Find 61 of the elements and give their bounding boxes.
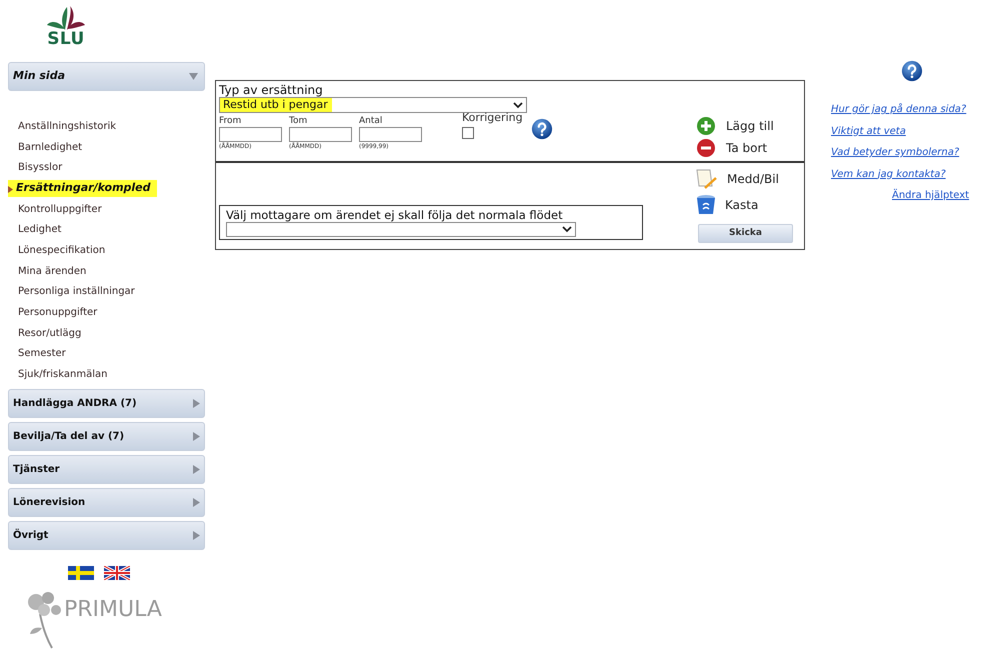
- field-label: Tom: [289, 116, 308, 127]
- help-icon[interactable]: [530, 118, 553, 140]
- menu-item[interactable]: Bisysslor: [8, 160, 62, 176]
- menu-panel[interactable]: Handlägga ANDRA (7): [8, 388, 205, 418]
- menu-item[interactable]: Ledighet: [8, 222, 62, 238]
- send-button[interactable]: Skicka: [698, 224, 793, 243]
- input-field[interactable]: [289, 127, 352, 142]
- menu-item[interactable]: Anställningshistorik: [8, 118, 116, 134]
- flower-icon: [26, 590, 62, 650]
- primula-logo-text: PRIMULA: [64, 596, 162, 624]
- menu-header[interactable]: Min sida: [8, 62, 205, 91]
- menu-item[interactable]: Personuppgifter: [8, 305, 98, 320]
- menu-item[interactable]: Lönespecifikation: [8, 242, 106, 258]
- leaf-logo-icon: [46, 5, 86, 31]
- field-label: From: [219, 116, 242, 127]
- field-label: Typ av ersättning: [219, 84, 323, 97]
- chevron-down-icon: [513, 102, 523, 108]
- menu-panel[interactable]: Övrigt: [8, 520, 205, 550]
- caret-icon: [193, 530, 200, 540]
- help-link[interactable]: Viktigt att veta: [831, 120, 906, 142]
- input-field[interactable]: [359, 127, 422, 142]
- menu-item[interactable]: Sjuk/friskanmälan: [8, 367, 108, 382]
- caret-icon: [193, 464, 200, 474]
- type-select[interactable]: Restid utb i pengar: [219, 97, 527, 113]
- action-link[interactable]: Lägg till: [726, 117, 774, 135]
- help-link[interactable]: Vad betyder symbolerna?: [831, 142, 960, 164]
- menu-item[interactable]: Barnledighet: [8, 140, 82, 155]
- field-label: Antal: [359, 116, 382, 127]
- help-link[interactable]: Ändra hjälptext: [892, 185, 970, 206]
- caret-icon: [189, 73, 200, 80]
- menu-panel[interactable]: Lönerevision: [8, 488, 205, 517]
- caret-icon: [193, 432, 200, 441]
- menu-item[interactable]: Ersättningar/kompled: [8, 180, 157, 197]
- field-label: Välj mottagare om ärendet ej skall följa det normala flödet: [226, 208, 563, 222]
- swedish-flag-icon[interactable]: [68, 566, 94, 580]
- recipient-select[interactable]: [226, 222, 576, 237]
- plus-icon[interactable]: [696, 116, 716, 136]
- menu-item[interactable]: Mina ärenden: [8, 264, 86, 279]
- checkbox[interactable]: [462, 126, 474, 138]
- menu-item[interactable]: Semester: [8, 346, 66, 362]
- help-link[interactable]: Vem kan jag kontakta?: [831, 164, 946, 185]
- field-label: Korrigering: [462, 110, 523, 126]
- menu-panel[interactable]: Bevilja/Ta del av (7): [8, 422, 205, 451]
- help-link[interactable]: Hur gör jag på denna sida?: [831, 99, 966, 120]
- uk-flag-icon[interactable]: [104, 566, 130, 580]
- pointer-icon: [8, 185, 13, 194]
- menu-panel[interactable]: Tjänster: [8, 454, 205, 484]
- action-link[interactable]: Kasta: [725, 196, 758, 214]
- caret-icon: [193, 398, 200, 408]
- action-link[interactable]: Medd/Bil: [727, 170, 779, 188]
- caret-icon: [193, 498, 200, 507]
- action-link[interactable]: Ta bort: [726, 139, 768, 157]
- menu-item[interactable]: Kontrolluppgifter: [8, 202, 102, 217]
- input-field[interactable]: [219, 127, 282, 142]
- trash-can-icon[interactable]: [695, 194, 717, 216]
- minus-icon[interactable]: [696, 138, 716, 158]
- menu-item[interactable]: Resor/utlägg: [8, 326, 82, 341]
- menu-item[interactable]: Personliga inställningar: [8, 284, 135, 300]
- logo-text: SLU: [47, 31, 85, 48]
- chevron-down-icon: [562, 226, 572, 233]
- help-icon[interactable]: [901, 60, 923, 82]
